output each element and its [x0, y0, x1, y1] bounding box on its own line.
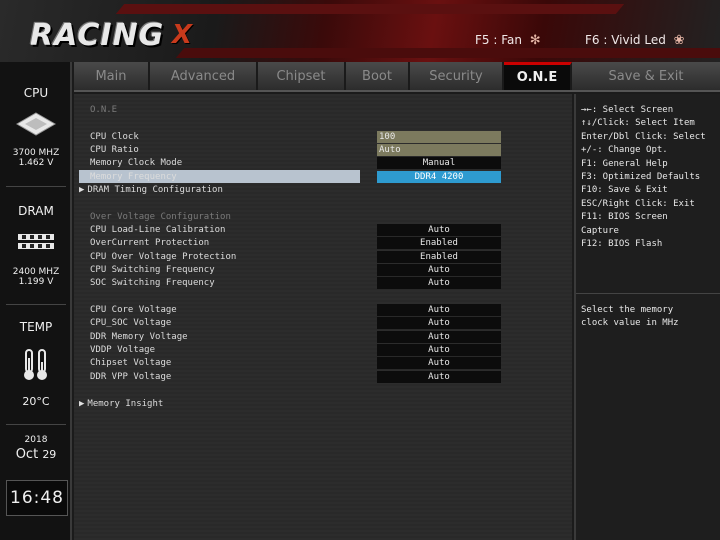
decor-stripe [175, 48, 720, 58]
help-key-list: →←: Select Screen ↑↓/Click: Select Item … [581, 104, 706, 251]
ddr-vpp-voltage-value[interactable]: Auto [377, 371, 501, 383]
help-key: +/-: Change Opt. [581, 145, 668, 156]
memory-clock-mode-value[interactable]: Manual [377, 157, 501, 169]
tab-save-exit[interactable]: Save & Exit [572, 62, 720, 90]
setting-chipset-voltage[interactable]: Chipset Voltage [90, 357, 171, 370]
help-key: F1: General Help [581, 158, 668, 169]
help-key: F11: BIOS Screen [581, 212, 668, 223]
tab-one[interactable]: O.N.E [504, 62, 572, 90]
tab-chipset[interactable]: Chipset [258, 62, 346, 90]
divider [6, 304, 66, 305]
submenu-dram-timing[interactable]: ▶ DRAM Timing Configuration [79, 184, 223, 197]
setting-memory-frequency[interactable]: Memory Frequency [90, 171, 177, 184]
cpu-switching-frequency-value[interactable]: Auto [377, 264, 501, 276]
dram-voltage: 1.199 V [18, 277, 54, 287]
cpu-voltage: 1.462 V [18, 158, 54, 168]
setting-cpu-ovp[interactable]: CPU Over Voltage Protection [90, 251, 236, 264]
help-key: ESC/Right Click: Exit [581, 198, 695, 209]
tab-security[interactable]: Security [410, 62, 504, 90]
divider [6, 424, 66, 425]
cpu-core-voltage-value[interactable]: Auto [377, 304, 501, 316]
tab-main[interactable]: Main [74, 62, 150, 90]
help-key: F3: Optimized Defaults [581, 172, 701, 183]
section-over-voltage: Over Voltage Configuration [90, 212, 231, 222]
description-line: clock value in MHz [581, 318, 679, 329]
cpu-soc-voltage-value[interactable]: Auto [377, 317, 501, 329]
submenu-arrow-icon: ▶ [79, 399, 85, 409]
help-key: ↑↓/Click: Select Item [581, 118, 695, 129]
cpu-llc-value[interactable]: Auto [377, 224, 501, 236]
help-key: Capture [581, 225, 619, 236]
help-panel: →←: Select Screen ↑↓/Click: Select Item … [574, 94, 720, 540]
system-status-panel: CPU 3700 MHZ 1.462 V DRAM 2400 MHZ 1.199… [0, 62, 72, 540]
divider [6, 186, 66, 187]
cpu-clock-value[interactable]: 100 [377, 131, 501, 143]
cpu-ovp-value[interactable]: Enabled [377, 251, 501, 263]
help-key: Enter/Dbl Click: Select [581, 131, 706, 142]
temp-title: TEMP [19, 320, 53, 334]
help-key: F12: BIOS Flash [581, 239, 663, 250]
fan-hotkey[interactable]: F5 : Fan ✻ [475, 33, 541, 48]
vivid-led-hotkey-label: F6 : Vivid Led [585, 33, 666, 47]
date-month: Oct [15, 447, 39, 462]
tab-advanced[interactable]: Advanced [150, 62, 258, 90]
dram-module-icon [18, 234, 54, 249]
item-description: Select the memory clock value in MHz [581, 304, 679, 331]
setting-cpu-soc-voltage[interactable]: CPU_SOC Voltage [90, 317, 171, 330]
setting-soc-switching-frequency[interactable]: SOC Switching Frequency [90, 277, 215, 290]
vivid-led-hotkey[interactable]: F6 : Vivid Led ❀ [585, 33, 685, 48]
header-banner: RACING X F5 : Fan ✻ F6 : Vivid Led ❀ [0, 0, 720, 62]
setting-cpu-llc[interactable]: CPU Load-Line Calibration [90, 224, 225, 237]
cpu-chip-icon [16, 112, 56, 136]
setting-cpu-core-voltage[interactable]: CPU Core Voltage [90, 304, 177, 317]
tab-boot[interactable]: Boot [346, 62, 410, 90]
dram-title: DRAM [18, 204, 54, 218]
fan-hotkey-label: F5 : Fan [475, 33, 522, 47]
led-icon: ❀ [673, 33, 685, 48]
settings-panel: O.N.E CPU Clock 100 CPU Ratio Auto Memor… [74, 94, 572, 540]
decor-stripe [115, 4, 625, 14]
vddp-voltage-value[interactable]: Auto [377, 344, 501, 356]
setting-ddr-vpp-voltage[interactable]: DDR VPP Voltage [90, 371, 171, 384]
memory-frequency-value[interactable]: DDR4 4200 [377, 171, 501, 183]
page-title: O.N.E [90, 105, 118, 115]
cpu-ratio-value[interactable]: Auto [377, 144, 501, 156]
divider [576, 293, 720, 294]
overcurrent-protection-value[interactable]: Enabled [377, 237, 501, 249]
setting-memory-clock-mode[interactable]: Memory Clock Mode [90, 157, 182, 170]
submenu-memory-insight-label: Memory Insight [87, 399, 164, 409]
setting-cpu-ratio[interactable]: CPU Ratio [90, 144, 139, 157]
submenu-memory-insight[interactable]: ▶ Memory Insight [79, 398, 163, 411]
thermometer-icon [24, 349, 47, 380]
help-key: F10: Save & Exit [581, 185, 668, 196]
date-year: 2018 [24, 435, 48, 445]
setting-cpu-switching-frequency[interactable]: CPU Switching Frequency [90, 264, 215, 277]
soc-switching-frequency-value[interactable]: Auto [377, 277, 501, 289]
setting-vddp-voltage[interactable]: VDDP Voltage [90, 344, 155, 357]
submenu-arrow-icon: ▶ [79, 185, 85, 195]
brand-x-icon: X [172, 20, 193, 50]
help-key: →←: Select Screen [581, 105, 674, 115]
clock-display: 16:48 [6, 480, 68, 516]
ddr-memory-voltage-value[interactable]: Auto [377, 331, 501, 343]
date-day: 29 [42, 448, 57, 461]
tab-bar: Main Advanced Chipset Boot Security O.N.… [74, 62, 720, 92]
temperature-value: 20°C [22, 395, 50, 408]
setting-cpu-clock[interactable]: CPU Clock [90, 131, 139, 144]
submenu-dram-timing-label: DRAM Timing Configuration [87, 185, 223, 195]
fan-icon: ✻ [529, 33, 541, 48]
date-month-day: Oct 29 [0, 447, 72, 462]
brand-logo: RACING [30, 18, 165, 53]
setting-ddr-memory-voltage[interactable]: DDR Memory Voltage [90, 331, 188, 344]
chipset-voltage-value[interactable]: Auto [377, 357, 501, 369]
description-line: Select the memory [581, 305, 674, 315]
cpu-title: CPU [23, 86, 49, 100]
setting-overcurrent-protection[interactable]: OverCurrent Protection [90, 237, 209, 250]
